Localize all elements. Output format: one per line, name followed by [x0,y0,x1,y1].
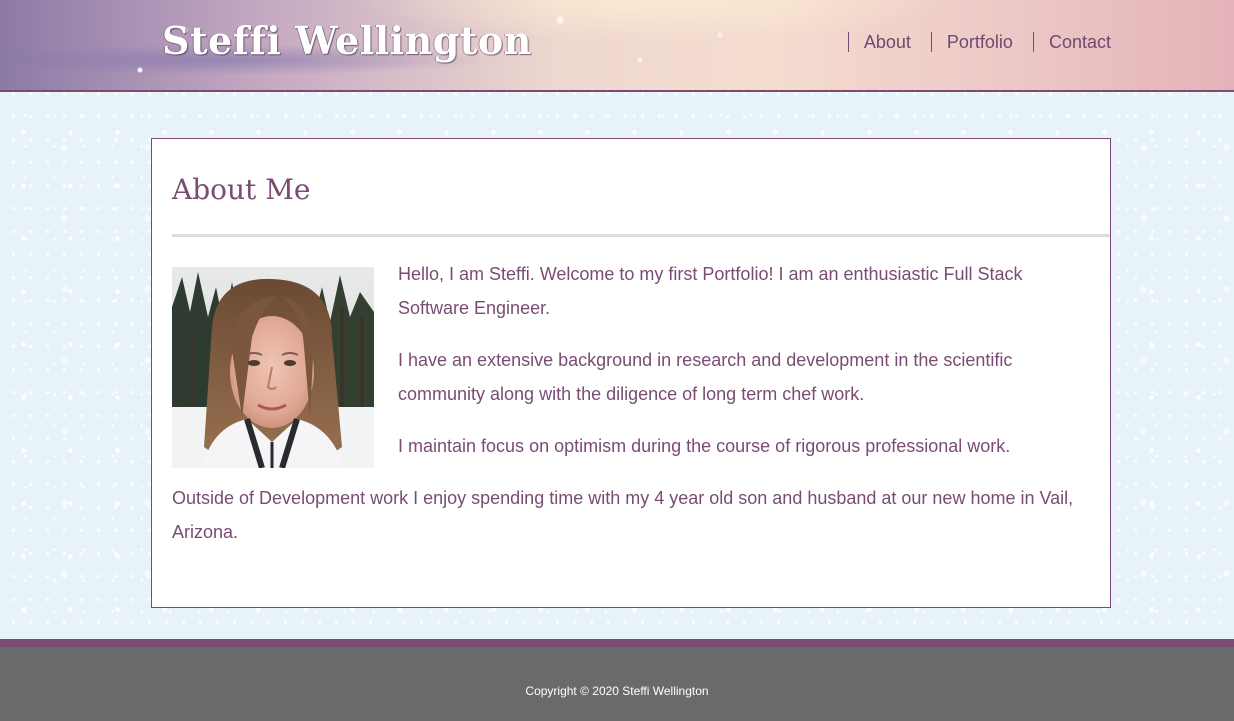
site-header: Steffi Wellington About Portfolio Contac… [0,0,1234,92]
intro-paragraph: Hello, I am Steffi. Welcome to my first … [398,264,1023,318]
site-footer: Copyright © 2020 Steffi Wellington [0,639,1234,721]
about-card: About Me Hello, I am Steffi. Welcome to … [151,138,1111,608]
personal-paragraph: Outside of Development work I enjoy spen… [172,488,1074,542]
nav-link-about[interactable]: About [847,32,911,52]
copyright-text: Copyright © 2020 Steffi Wellington [525,684,709,698]
profile-photo [172,267,374,468]
main-nav: About Portfolio Contact [828,32,1111,52]
site-title[interactable]: Steffi Wellington [162,18,532,63]
background-paragraph: I have an extensive background in resear… [398,350,1013,404]
nav-link-portfolio[interactable]: Portfolio [930,32,1013,52]
nav-link-contact[interactable]: Contact [1032,32,1111,52]
page-title: About Me [172,173,311,206]
divider [172,234,1110,237]
focus-paragraph: I maintain focus on optimism during the … [398,436,1011,456]
